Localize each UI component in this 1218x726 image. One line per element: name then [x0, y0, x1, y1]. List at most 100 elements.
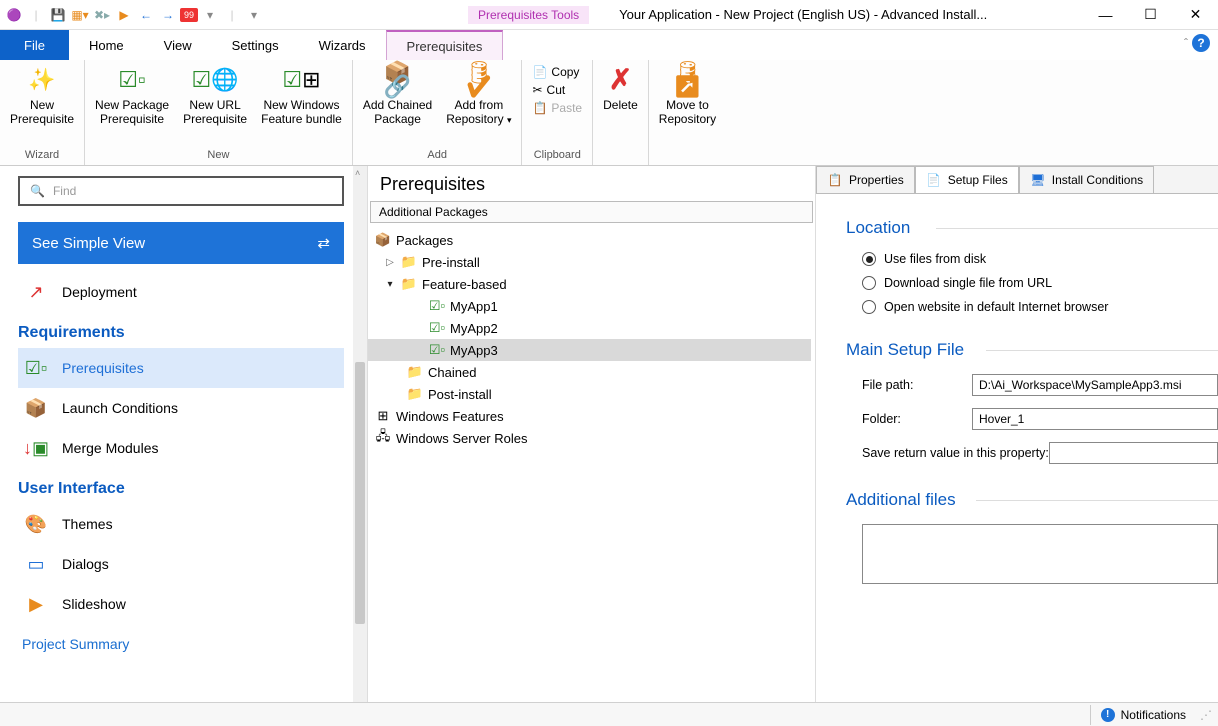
tree-windows-server-roles[interactable]: 🖧 Windows Server Roles: [368, 427, 811, 449]
build-icon[interactable]: ▦▾: [70, 5, 90, 25]
right-tabs: 📋 Properties 📄 Setup Files 🖥 Install Con…: [816, 166, 1218, 194]
file-path-label: File path:: [862, 378, 972, 392]
collapse-ribbon-icon[interactable]: ˆ: [1184, 36, 1188, 50]
copy-button[interactable]: 📄Copy: [528, 64, 586, 80]
checklist-icon: ☑▫: [24, 356, 48, 380]
quick-access-toolbar: 🟣 | 💾 ▦▾ ✖▸ ▶ ← → 99 ▾ | ▾: [0, 5, 268, 25]
copy-icon: 📄: [532, 65, 547, 79]
tree-pre-install[interactable]: ▷ 📁 Pre-install: [368, 251, 811, 273]
new-windows-feature-bundle-button[interactable]: ☑⊞ New Windows Feature bundle: [257, 62, 346, 128]
back-icon[interactable]: ←: [136, 5, 156, 25]
additional-packages-bar[interactable]: Additional Packages: [370, 201, 813, 223]
packages-tree: 📦 Packages ▷ 📁 Pre-install ▾ 📁 Feature-b…: [368, 223, 815, 453]
scissors-icon: ✂: [532, 83, 542, 97]
radio-icon: [862, 300, 876, 314]
badge-icon[interactable]: 99: [180, 8, 198, 22]
ribbon-group-clipboard: Clipboard: [528, 147, 586, 165]
cut-button[interactable]: ✂Cut: [528, 82, 586, 98]
tree-myapp2[interactable]: ☑▫ MyApp2: [368, 317, 811, 339]
tree-windows-features[interactable]: ⊞ Windows Features: [368, 405, 811, 427]
wand-icon: ✨: [26, 64, 58, 96]
tab-wizards[interactable]: Wizards: [299, 30, 386, 60]
find-input[interactable]: 🔍 Find: [18, 176, 344, 206]
tree-myapp1[interactable]: ☑▫ MyApp1: [368, 295, 811, 317]
tab-file[interactable]: File: [0, 30, 69, 60]
palette-icon: 🎨: [24, 512, 48, 536]
run-icon[interactable]: ✖▸: [92, 5, 112, 25]
qat-overflow-icon[interactable]: ▾: [244, 5, 264, 25]
ribbon-group-wizard: Wizard: [6, 147, 78, 165]
minimize-button[interactable]: —: [1083, 1, 1128, 29]
radio-use-files-from-disk[interactable]: Use files from disk: [846, 252, 1218, 266]
prereq-item-icon: ☑▫: [428, 342, 446, 358]
add-chained-package-button[interactable]: 📦🔗 Add Chained Package: [359, 62, 436, 128]
tree-feature-based[interactable]: ▾ 📁 Feature-based: [368, 273, 811, 295]
additional-files-list[interactable]: [862, 524, 1218, 584]
new-url-prerequisite-button[interactable]: ☑🌐 New URL Prerequisite: [179, 62, 251, 128]
move-to-repository-button[interactable]: 🛢↗ Move to Repository: [655, 62, 720, 128]
paste-button[interactable]: 📋Paste: [528, 100, 586, 116]
windows-features-icon: ⊞: [374, 408, 392, 424]
folder-icon: 📁: [400, 254, 418, 270]
chain-package-icon: 📦🔗: [382, 64, 414, 96]
save-icon[interactable]: 💾: [48, 5, 68, 25]
folder-input[interactable]: [972, 408, 1218, 430]
file-path-input[interactable]: [972, 374, 1218, 396]
slideshow-icon: ▶: [24, 592, 48, 616]
expander-expanded-icon[interactable]: ▾: [384, 279, 396, 290]
add-from-repository-button[interactable]: 🛢✔ Add from Repository ▾: [442, 62, 515, 129]
sidebar-item-prerequisites[interactable]: ☑▫ Prerequisites: [18, 348, 344, 388]
scroll-up-icon[interactable]: ˄: [355, 168, 360, 178]
scroll-thumb[interactable]: [355, 362, 365, 624]
project-summary-link[interactable]: Project Summary: [18, 624, 355, 672]
see-simple-view-button[interactable]: See Simple View ⇄: [18, 222, 344, 264]
maximize-button[interactable]: ☐: [1128, 1, 1173, 29]
folder-icon: 📁: [406, 386, 424, 402]
sidebar-item-dialogs[interactable]: ▭ Dialogs: [18, 544, 344, 584]
status-bar: ! Notifications ⋰: [0, 702, 1218, 726]
ribbon: ✨ New Prerequisite Wizard ☑▫ New Package…: [0, 60, 1218, 166]
title-bar: 🟣 | 💾 ▦▾ ✖▸ ▶ ← → 99 ▾ | ▾ Prerequisites…: [0, 0, 1218, 30]
new-package-prerequisite-button[interactable]: ☑▫ New Package Prerequisite: [91, 62, 173, 128]
close-button[interactable]: ✕: [1173, 1, 1218, 29]
help-icon[interactable]: ?: [1192, 34, 1210, 52]
notifications-button[interactable]: ! Notifications: [1090, 705, 1196, 725]
right-panel: 📋 Properties 📄 Setup Files 🖥 Install Con…: [816, 166, 1218, 702]
qat-dropdown-icon[interactable]: ▾: [200, 5, 220, 25]
resize-grip-icon[interactable]: ⋰: [1200, 708, 1212, 722]
sidebar-item-slideshow[interactable]: ▶ Slideshow: [18, 584, 344, 624]
tree-myapp3[interactable]: ☑▫ MyApp3: [368, 339, 811, 361]
window-controls: — ☐ ✕: [1083, 1, 1218, 29]
tab-home[interactable]: Home: [69, 30, 144, 60]
radio-open-website[interactable]: Open website in default Internet browser: [846, 300, 1218, 314]
folder-icon: 📁: [400, 276, 418, 292]
tab-install-conditions[interactable]: 🖥 Install Conditions: [1019, 166, 1154, 193]
sidebar-item-themes[interactable]: 🎨 Themes: [18, 504, 344, 544]
prereq-item-icon: ☑▫: [428, 298, 446, 314]
sidebar-scrollbar[interactable]: ˄: [353, 166, 367, 702]
delete-button[interactable]: ✗ Delete: [599, 62, 642, 114]
tree-post-install[interactable]: 📁 Post-install: [368, 383, 811, 405]
sidebar-item-launch-conditions[interactable]: 📦 Launch Conditions: [18, 388, 344, 428]
save-return-input[interactable]: [1049, 442, 1218, 464]
tree-packages[interactable]: 📦 Packages: [368, 229, 811, 251]
qat-sep2: |: [222, 5, 242, 25]
radio-download-from-url[interactable]: Download single file from URL: [846, 276, 1218, 290]
info-icon: !: [1101, 708, 1115, 722]
sidebar-item-deployment[interactable]: ↗ Deployment: [18, 272, 344, 312]
sidebar-item-merge-modules[interactable]: ↓▣ Merge Modules: [18, 428, 344, 468]
search-icon: 🔍: [30, 184, 45, 198]
tree-chained[interactable]: 📁 Chained: [368, 361, 811, 383]
tab-setup-files[interactable]: 📄 Setup Files: [915, 166, 1019, 193]
expander-collapsed-icon[interactable]: ▷: [384, 257, 396, 268]
forward-icon[interactable]: →: [158, 5, 178, 25]
new-prerequisite-button[interactable]: ✨ New Prerequisite: [6, 62, 78, 128]
tab-settings[interactable]: Settings: [212, 30, 299, 60]
play-icon[interactable]: ▶: [114, 5, 134, 25]
package-root-icon: 📦: [374, 232, 392, 248]
tab-properties[interactable]: 📋 Properties: [816, 166, 915, 193]
tab-prerequisites[interactable]: Prerequisites: [386, 30, 504, 60]
deployment-icon: ↗: [24, 280, 48, 304]
delete-x-icon: ✗: [604, 64, 636, 96]
tab-view[interactable]: View: [144, 30, 212, 60]
